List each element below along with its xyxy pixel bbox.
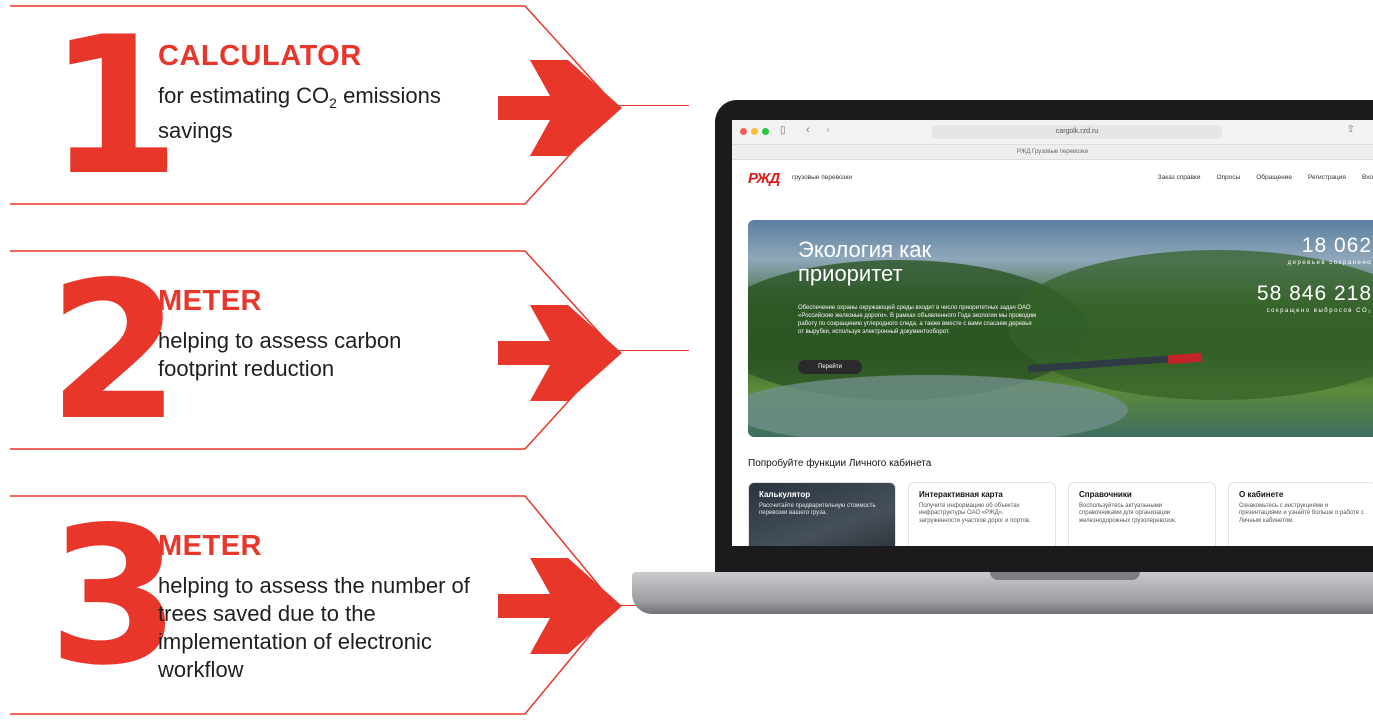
- card-calculator[interactable]: Калькулятор Рассчитайте предварительную …: [748, 482, 896, 546]
- callout-meter-carbon: 2 METER helping to assess carbon footpri…: [0, 241, 689, 462]
- callout-number: 3: [48, 486, 180, 707]
- forward-icon[interactable]: ›: [826, 124, 830, 136]
- rzd-logo[interactable]: РЖД: [748, 170, 780, 187]
- card-about[interactable]: О кабинете Ознакомьтесь с инструкциями и…: [1228, 482, 1373, 546]
- top-nav: Заказ справки Опросы Обращение Регистрац…: [1158, 174, 1373, 181]
- card-title: Справочники: [1079, 490, 1132, 499]
- card-directories[interactable]: Справочники Воспользуйтесь актуальными с…: [1068, 482, 1216, 546]
- laptop-screen: ▯ ‹ › cargolk.rzd.ru ⇧ РЖД Грузовые пере…: [732, 120, 1373, 546]
- minimize-window-icon[interactable]: [751, 128, 758, 135]
- callout-calculator: 1 CALCULATOR for estimating CO2 emission…: [0, 0, 689, 217]
- arrow-icon: [498, 60, 622, 156]
- hero-title: Экология как приоритет: [798, 237, 932, 286]
- nav-item-surveys[interactable]: Опросы: [1216, 174, 1240, 181]
- share-icon[interactable]: ⇧: [1347, 124, 1355, 135]
- callout-title: CALCULATOR: [158, 40, 362, 72]
- browser-tab[interactable]: РЖД Грузовые перевозки: [732, 145, 1373, 160]
- card-interactive-map[interactable]: Интерактивная карта Получите информацию …: [908, 482, 1056, 546]
- callout-meter-trees: 3 METER helping to assess the number of …: [0, 486, 689, 720]
- card-title: Интерактивная карта: [919, 490, 1003, 499]
- address-bar[interactable]: cargolk.rzd.ru: [932, 125, 1222, 139]
- hero-banner: Экология как приоритет Обеспечение охран…: [748, 220, 1373, 437]
- back-icon[interactable]: ‹: [806, 124, 810, 136]
- card-title: Калькулятор: [759, 490, 811, 499]
- close-window-icon[interactable]: [740, 128, 747, 135]
- callout-description: for estimating CO2 emissions savings: [158, 83, 441, 143]
- nav-item-login[interactable]: Вхо: [1362, 174, 1373, 181]
- hero-text: Обеспечение охраны окружающей среды вход…: [798, 305, 1037, 335]
- laptop-notch: [990, 572, 1140, 580]
- site-header: РЖД грузовые перевозки Заказ справки Опр…: [732, 160, 1373, 196]
- arrow-icon: [498, 558, 622, 654]
- stat-co2-value: 58 846 218: [1256, 282, 1372, 305]
- nav-item-register[interactable]: Регистрация: [1308, 174, 1346, 181]
- stat-co2-label: сокращено выбросов CO₂: [1266, 308, 1372, 314]
- callout-title: METER: [158, 285, 262, 317]
- card-text: Воспользуйтесь актуальными справочниками…: [1079, 502, 1177, 524]
- stat-trees-label: деревьев сохранено: [1287, 260, 1372, 266]
- pointer-line: [615, 105, 689, 106]
- section-title: Попробуйте функции Личного кабинета: [748, 458, 932, 469]
- hero-go-button[interactable]: Перейти: [798, 360, 862, 374]
- feature-cards: Калькулятор Рассчитайте предварительную …: [748, 482, 1373, 546]
- nav-item-appeal[interactable]: Обращение: [1256, 174, 1292, 181]
- callout-number: 1: [48, 0, 180, 217]
- card-text: Рассчитайте предварительную стоимость пе…: [759, 502, 876, 517]
- card-title: О кабинете: [1239, 490, 1284, 499]
- brand-text: грузовые перевозки: [792, 174, 852, 181]
- pointer-line: [615, 350, 689, 351]
- stat-trees-value: 18 062: [1301, 234, 1372, 257]
- callout-number: 2: [48, 241, 180, 462]
- callout-title: METER: [158, 530, 262, 562]
- maximize-window-icon[interactable]: [762, 128, 769, 135]
- browser-toolbar: ▯ ‹ › cargolk.rzd.ru ⇧: [732, 120, 1373, 145]
- callout-description: helping to assess the number of trees sa…: [158, 573, 470, 682]
- callout-description: helping to assess carbon footprint reduc…: [158, 328, 402, 381]
- card-text: Ознакомьтесь с инструкциями и презентаци…: [1239, 502, 1364, 524]
- arrow-icon: [498, 305, 622, 401]
- sidebar-icon[interactable]: ▯: [780, 125, 786, 136]
- card-text: Получите информацию об объектах инфрастр…: [919, 502, 1031, 524]
- nav-item-order[interactable]: Заказ справки: [1158, 174, 1201, 181]
